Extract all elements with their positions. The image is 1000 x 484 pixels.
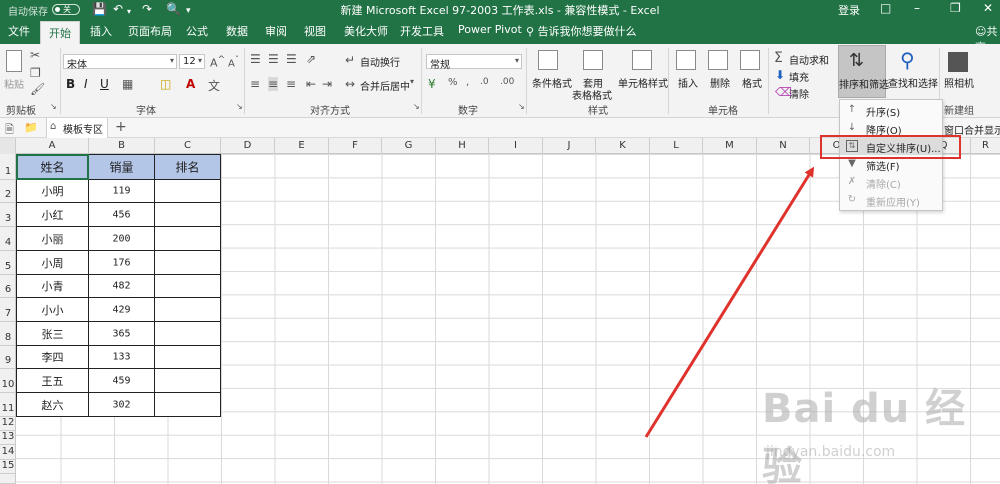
watermark-url: jingyan.baidu.com: [766, 444, 896, 460]
watermark-logo: Bai du 经验: [762, 386, 967, 484]
baidu-watermark: Bai du 经验 jingyan.baidu.com: [762, 376, 982, 484]
